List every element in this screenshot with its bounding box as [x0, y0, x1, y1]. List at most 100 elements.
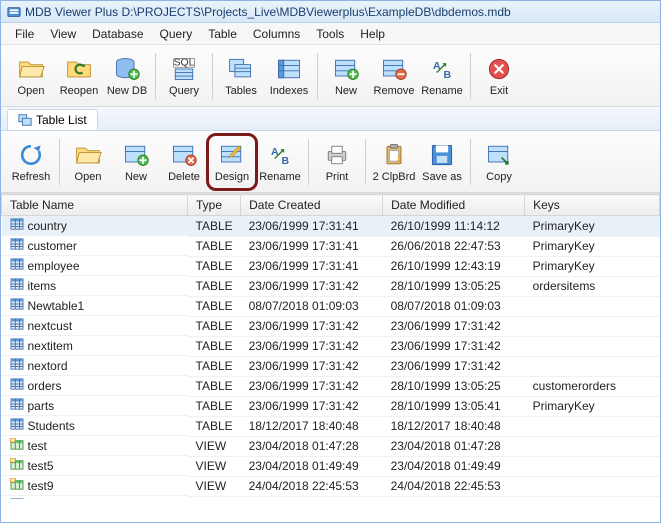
tables-label: Tables	[225, 85, 257, 97]
cell-name: orders	[2, 376, 188, 396]
col-type[interactable]: Type	[188, 195, 241, 216]
separator	[212, 53, 213, 99]
refresh-label: Refresh	[12, 171, 51, 183]
row-name-text: nextcust	[28, 319, 73, 333]
refresh-icon	[17, 141, 45, 169]
open-button[interactable]: Open	[64, 135, 112, 189]
save-icon	[428, 141, 456, 169]
cell-modified: 23/04/2018 01:49:49	[383, 456, 525, 476]
cell-name: nextord	[2, 356, 188, 376]
table-row[interactable]: nextcustTABLE23/06/1999 17:31:4223/06/19…	[2, 316, 660, 336]
table-row[interactable]: Newtable1TABLE08/07/2018 01:09:0308/07/2…	[2, 296, 660, 316]
table-row[interactable]: customerTABLE23/06/1999 17:31:4126/06/20…	[2, 236, 660, 256]
table-row[interactable]: testVIEW23/04/2018 01:47:2823/04/2018 01…	[2, 436, 660, 456]
table-row[interactable]: vendorsTABLE23/06/1999 17:31:4228/10/199…	[2, 496, 660, 499]
menu-file[interactable]: File	[9, 25, 40, 43]
menu-columns[interactable]: Columns	[247, 25, 306, 43]
table-row[interactable]: countryTABLE23/06/1999 17:31:4126/10/199…	[2, 216, 660, 237]
table-icon	[10, 298, 24, 313]
separator	[365, 139, 366, 185]
reopen-button[interactable]: Reopen	[55, 49, 103, 103]
table-row[interactable]: StudentsTABLE18/12/2017 18:40:4818/12/20…	[2, 416, 660, 436]
menu-help[interactable]: Help	[354, 25, 391, 43]
exit-label: Exit	[490, 85, 508, 97]
indexes-button[interactable]: Indexes	[265, 49, 313, 103]
print-button[interactable]: Print	[313, 135, 361, 189]
table-row[interactable]: itemsTABLE23/06/1999 17:31:4228/10/1999 …	[2, 276, 660, 296]
table-row[interactable]: test9VIEW24/04/2018 22:45:5324/04/2018 2…	[2, 476, 660, 496]
table-row[interactable]: nextitemTABLE23/06/1999 17:31:4223/06/19…	[2, 336, 660, 356]
cell-keys: PrimaryKey	[525, 216, 660, 237]
menu-view[interactable]: View	[44, 25, 82, 43]
menu-query[interactable]: Query	[154, 25, 199, 43]
cell-name: employee	[2, 256, 188, 276]
sql-icon: SQL	[170, 55, 198, 83]
tablelist-toolbar: Refresh Open New Delete Design ABRename …	[1, 131, 660, 193]
table-row[interactable]: partsTABLE23/06/1999 17:31:4228/10/1999 …	[2, 396, 660, 416]
query-label: Query	[169, 85, 199, 97]
menu-table[interactable]: Table	[202, 25, 243, 43]
exit-button[interactable]: Exit	[475, 49, 523, 103]
cell-modified: 26/06/2018 22:47:53	[383, 236, 525, 256]
table-copy-icon	[485, 141, 513, 169]
cell-name: test5	[2, 456, 188, 476]
table-list: Table Name Type Date Created Date Modifi…	[1, 193, 660, 499]
copy-button[interactable]: Copy	[475, 135, 523, 189]
table-icon	[10, 218, 24, 233]
menubar: File View Database Query Table Columns T…	[1, 23, 660, 45]
table-row[interactable]: nextordTABLE23/06/1999 17:31:4223/06/199…	[2, 356, 660, 376]
menu-database[interactable]: Database	[86, 25, 149, 43]
table-icon	[10, 338, 24, 353]
remove-label: Remove	[374, 85, 415, 97]
tab-table-list[interactable]: Table List	[7, 109, 98, 130]
refresh-button[interactable]: Refresh	[7, 135, 55, 189]
saveas-button[interactable]: Save as	[418, 135, 466, 189]
row-name-text: vendors	[28, 499, 71, 500]
design-button[interactable]: Design	[208, 135, 256, 189]
indexes-label: Indexes	[270, 85, 309, 97]
delete-button[interactable]: Delete	[160, 135, 208, 189]
table-grid: Table Name Type Date Created Date Modifi…	[1, 194, 660, 499]
col-modified[interactable]: Date Modified	[383, 195, 525, 216]
separator	[308, 139, 309, 185]
cell-type: TABLE	[188, 336, 241, 356]
new-label: New	[335, 85, 357, 97]
col-created[interactable]: Date Created	[241, 195, 383, 216]
table-row[interactable]: test5VIEW23/04/2018 01:49:4923/04/2018 0…	[2, 456, 660, 476]
cell-name: vendors	[2, 496, 188, 499]
cell-created: 23/06/1999 17:31:41	[241, 236, 383, 256]
cell-created: 23/06/1999 17:31:42	[241, 336, 383, 356]
rename-button[interactable]: ABRename	[418, 49, 466, 103]
table-row[interactable]: employeeTABLE23/06/1999 17:31:4126/10/19…	[2, 256, 660, 276]
col-name[interactable]: Table Name	[2, 195, 188, 216]
table-icon	[10, 278, 24, 293]
open-button[interactable]: Open	[7, 49, 55, 103]
cell-created: 23/06/1999 17:31:42	[241, 316, 383, 336]
remove-button[interactable]: Remove	[370, 49, 418, 103]
menu-tools[interactable]: Tools	[310, 25, 350, 43]
cell-keys: PrimaryKey	[525, 496, 660, 499]
separator	[470, 53, 471, 99]
cell-keys: PrimaryKey	[525, 256, 660, 276]
rename-button[interactable]: AB Rename	[256, 135, 304, 189]
delete-label: Delete	[168, 171, 200, 183]
tables-button[interactable]: Tables	[217, 49, 265, 103]
cell-created: 23/06/1999 17:31:42	[241, 356, 383, 376]
open-label: Open	[75, 171, 102, 183]
cell-type: TABLE	[188, 396, 241, 416]
newdb-button[interactable]: New DB	[103, 49, 151, 103]
tabstrip: Table List	[1, 107, 660, 131]
table-icon	[10, 358, 24, 373]
rename-label: Rename	[259, 171, 301, 183]
table-icon	[10, 378, 24, 393]
query-button[interactable]: SQL Query	[160, 49, 208, 103]
separator	[155, 53, 156, 99]
new-button[interactable]: New	[322, 49, 370, 103]
col-keys[interactable]: Keys	[525, 195, 660, 216]
cell-keys: PrimaryKey	[525, 236, 660, 256]
new-button[interactable]: New	[112, 135, 160, 189]
cell-keys	[525, 336, 660, 356]
table-row[interactable]: ordersTABLE23/06/1999 17:31:4228/10/1999…	[2, 376, 660, 396]
clipboard-button[interactable]: 2 ClpBrd	[370, 135, 418, 189]
rename-ab-icon: AB	[266, 141, 294, 169]
